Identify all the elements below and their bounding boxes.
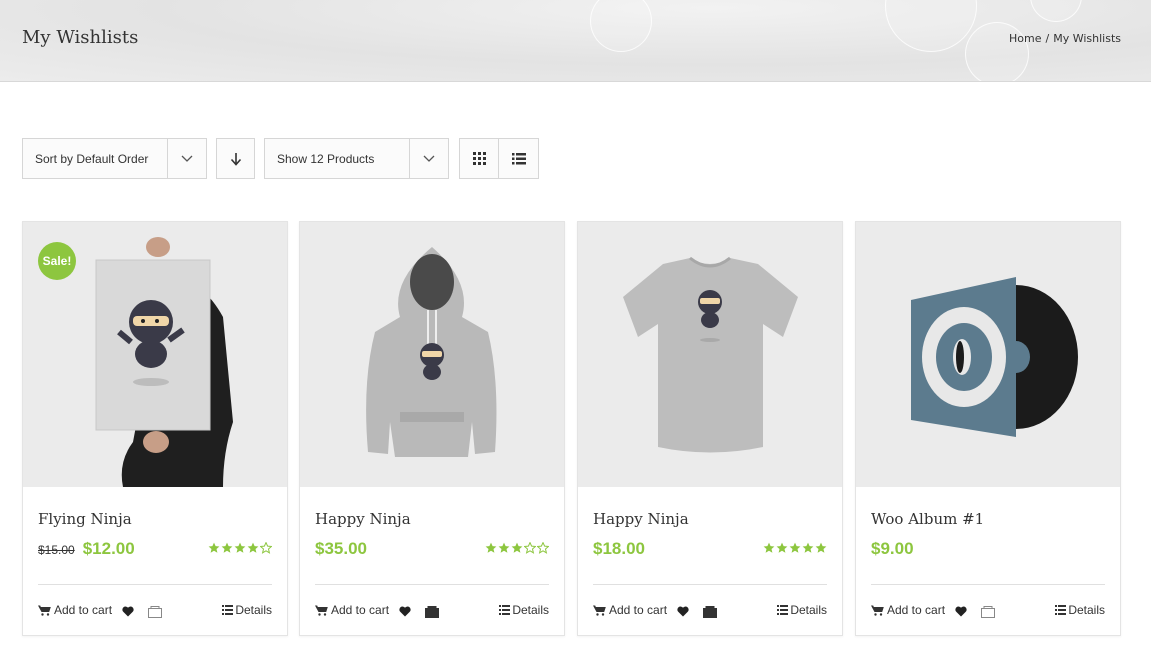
details-label: Details	[512, 603, 549, 617]
add-to-cart-label: Add to cart	[609, 603, 668, 617]
breadcrumb-current: My Wishlists	[1053, 32, 1121, 45]
star-empty-icon	[537, 542, 549, 554]
page-title-bar: My Wishlists Home / My Wishlists	[0, 0, 1151, 82]
chevron-down-icon	[409, 139, 448, 178]
product-image[interactable]	[578, 222, 842, 487]
star-filled-icon	[789, 542, 801, 553]
product-card: Sale! Flying Ninja $15.00 $12.00 Add to …	[22, 221, 288, 636]
product-image[interactable]	[300, 222, 564, 487]
list-icon	[777, 605, 789, 615]
sale-badge: Sale!	[38, 242, 76, 280]
product-price-value: $35.00	[315, 539, 367, 558]
product-name[interactable]: Woo Album #1	[871, 510, 984, 528]
add-to-cart-label: Add to cart	[54, 603, 113, 617]
product-rating	[484, 542, 549, 554]
cart-icon	[871, 605, 884, 616]
star-filled-icon	[247, 542, 259, 553]
heart-icon[interactable]	[677, 606, 689, 617]
divider	[593, 584, 827, 585]
details-label: Details	[790, 603, 827, 617]
star-filled-icon	[802, 542, 814, 553]
product-price: $15.00 $12.00	[38, 539, 135, 559]
list-icon	[511, 152, 526, 164]
list-icon	[222, 605, 234, 615]
compare-icon[interactable]	[425, 606, 439, 618]
product-image[interactable]	[856, 222, 1120, 487]
product-price-value: $9.00	[871, 539, 914, 558]
star-filled-icon	[234, 542, 246, 553]
product-rating	[207, 542, 272, 554]
star-empty-icon	[260, 542, 272, 554]
add-to-cart-button[interactable]: Add to cart	[38, 603, 112, 617]
product-actions: Add to cart Details	[593, 603, 827, 623]
product-name[interactable]: Flying Ninja	[38, 510, 132, 528]
product-card: Happy Ninja $18.00 Add to cart Details	[577, 221, 843, 636]
product-price-value: $18.00	[593, 539, 645, 558]
list-icon	[499, 605, 511, 615]
breadcrumb-home-link[interactable]: Home	[1009, 32, 1041, 45]
divider	[315, 584, 549, 585]
product-price: $9.00	[871, 539, 914, 559]
compare-icon[interactable]	[148, 606, 162, 618]
details-link[interactable]: Details	[499, 603, 549, 617]
star-empty-icon	[524, 542, 536, 554]
product-name[interactable]: Happy Ninja	[593, 510, 689, 528]
heart-icon[interactable]	[955, 606, 967, 617]
list-icon	[1055, 605, 1067, 615]
compare-icon[interactable]	[703, 606, 717, 618]
details-label: Details	[1068, 603, 1105, 617]
heart-icon[interactable]	[399, 606, 411, 617]
star-filled-icon	[511, 542, 523, 553]
product-card: Happy Ninja $35.00 Add to cart Details	[299, 221, 565, 636]
product-actions: Add to cart Details	[38, 603, 272, 623]
star-filled-icon	[208, 542, 220, 553]
product-price: $35.00	[315, 539, 367, 559]
products-per-page-label: Show 12 Products	[277, 151, 375, 166]
arrow-down-icon	[230, 152, 241, 166]
add-to-cart-label: Add to cart	[331, 603, 390, 617]
add-to-cart-button[interactable]: Add to cart	[593, 603, 667, 617]
divider	[38, 584, 272, 585]
list-view-button[interactable]	[498, 138, 539, 179]
sort-dropdown-label: Sort by Default Order	[35, 151, 149, 166]
details-link[interactable]: Details	[1055, 603, 1105, 617]
star-filled-icon	[221, 542, 233, 553]
star-filled-icon	[776, 542, 788, 553]
product-name[interactable]: Happy Ninja	[315, 510, 411, 528]
product-actions: Add to cart Details	[315, 603, 549, 623]
cart-icon	[38, 605, 51, 616]
chevron-down-icon	[167, 139, 206, 178]
cart-icon	[315, 605, 328, 616]
star-filled-icon	[498, 542, 510, 553]
details-link[interactable]: Details	[222, 603, 272, 617]
details-link[interactable]: Details	[777, 603, 827, 617]
details-label: Details	[235, 603, 272, 617]
add-to-cart-label: Add to cart	[887, 603, 946, 617]
products-per-page-dropdown[interactable]: Show 12 Products	[264, 138, 449, 179]
page-title: My Wishlists	[22, 27, 139, 48]
cart-icon	[593, 605, 606, 616]
divider	[871, 584, 1105, 585]
star-filled-icon	[763, 542, 775, 553]
star-filled-icon	[815, 542, 827, 553]
sort-direction-button[interactable]	[216, 138, 255, 179]
grid-icon	[472, 152, 486, 165]
breadcrumb-separator: /	[1045, 32, 1050, 45]
compare-icon[interactable]	[981, 606, 995, 618]
star-filled-icon	[485, 542, 497, 553]
product-old-price: $15.00	[38, 543, 75, 557]
grid-view-button[interactable]	[459, 138, 499, 179]
product-actions: Add to cart Details	[871, 603, 1105, 623]
add-to-cart-button[interactable]: Add to cart	[871, 603, 945, 617]
breadcrumb: Home / My Wishlists	[1009, 32, 1121, 45]
heart-icon[interactable]	[122, 606, 134, 617]
sort-dropdown[interactable]: Sort by Default Order	[22, 138, 207, 179]
product-price: $18.00	[593, 539, 645, 559]
product-image[interactable]: Sale!	[23, 222, 287, 487]
add-to-cart-button[interactable]: Add to cart	[315, 603, 389, 617]
product-card: Woo Album #1 $9.00 Add to cart Details	[855, 221, 1121, 636]
product-sale-price: $12.00	[82, 539, 135, 558]
product-rating	[762, 542, 827, 554]
